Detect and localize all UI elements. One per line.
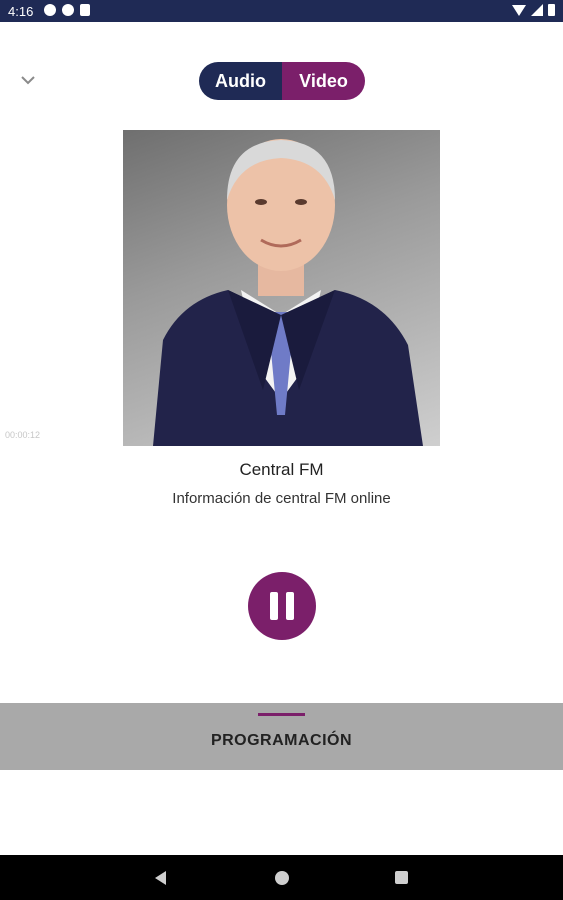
status-time: 4:16 bbox=[8, 4, 34, 19]
notification-icon bbox=[44, 4, 56, 16]
notification-icons bbox=[44, 4, 90, 16]
back-icon[interactable] bbox=[155, 871, 166, 885]
system-icons bbox=[512, 4, 555, 16]
notification-icon bbox=[62, 4, 74, 16]
navigation-bar bbox=[0, 855, 563, 900]
wifi-icon bbox=[512, 4, 526, 16]
elapsed-time: 00:00:12 bbox=[5, 430, 41, 440]
battery-icon bbox=[548, 4, 555, 16]
pause-button[interactable] bbox=[248, 572, 316, 640]
recents-icon[interactable] bbox=[395, 871, 408, 884]
chevron-down-icon[interactable] bbox=[18, 70, 38, 90]
video-toggle-button[interactable]: Video bbox=[282, 62, 365, 100]
audio-video-toggle: Audio Video bbox=[199, 62, 365, 100]
audio-toggle-button[interactable]: Audio bbox=[199, 62, 282, 100]
tab-indicator bbox=[258, 713, 305, 716]
tab-programacion[interactable]: PROGRAMACIÓN bbox=[0, 732, 563, 750]
home-icon[interactable] bbox=[275, 871, 289, 885]
presenter-image bbox=[153, 139, 423, 446]
signal-icon bbox=[531, 4, 543, 16]
status-bar: 4:16 bbox=[0, 0, 563, 22]
station-description: Información de central FM online bbox=[172, 490, 391, 507]
station-artwork bbox=[123, 130, 440, 446]
sd-card-icon bbox=[80, 4, 90, 16]
tab-bar: PROGRAMACIÓN bbox=[0, 703, 563, 770]
station-name: Central FM bbox=[239, 460, 324, 479]
